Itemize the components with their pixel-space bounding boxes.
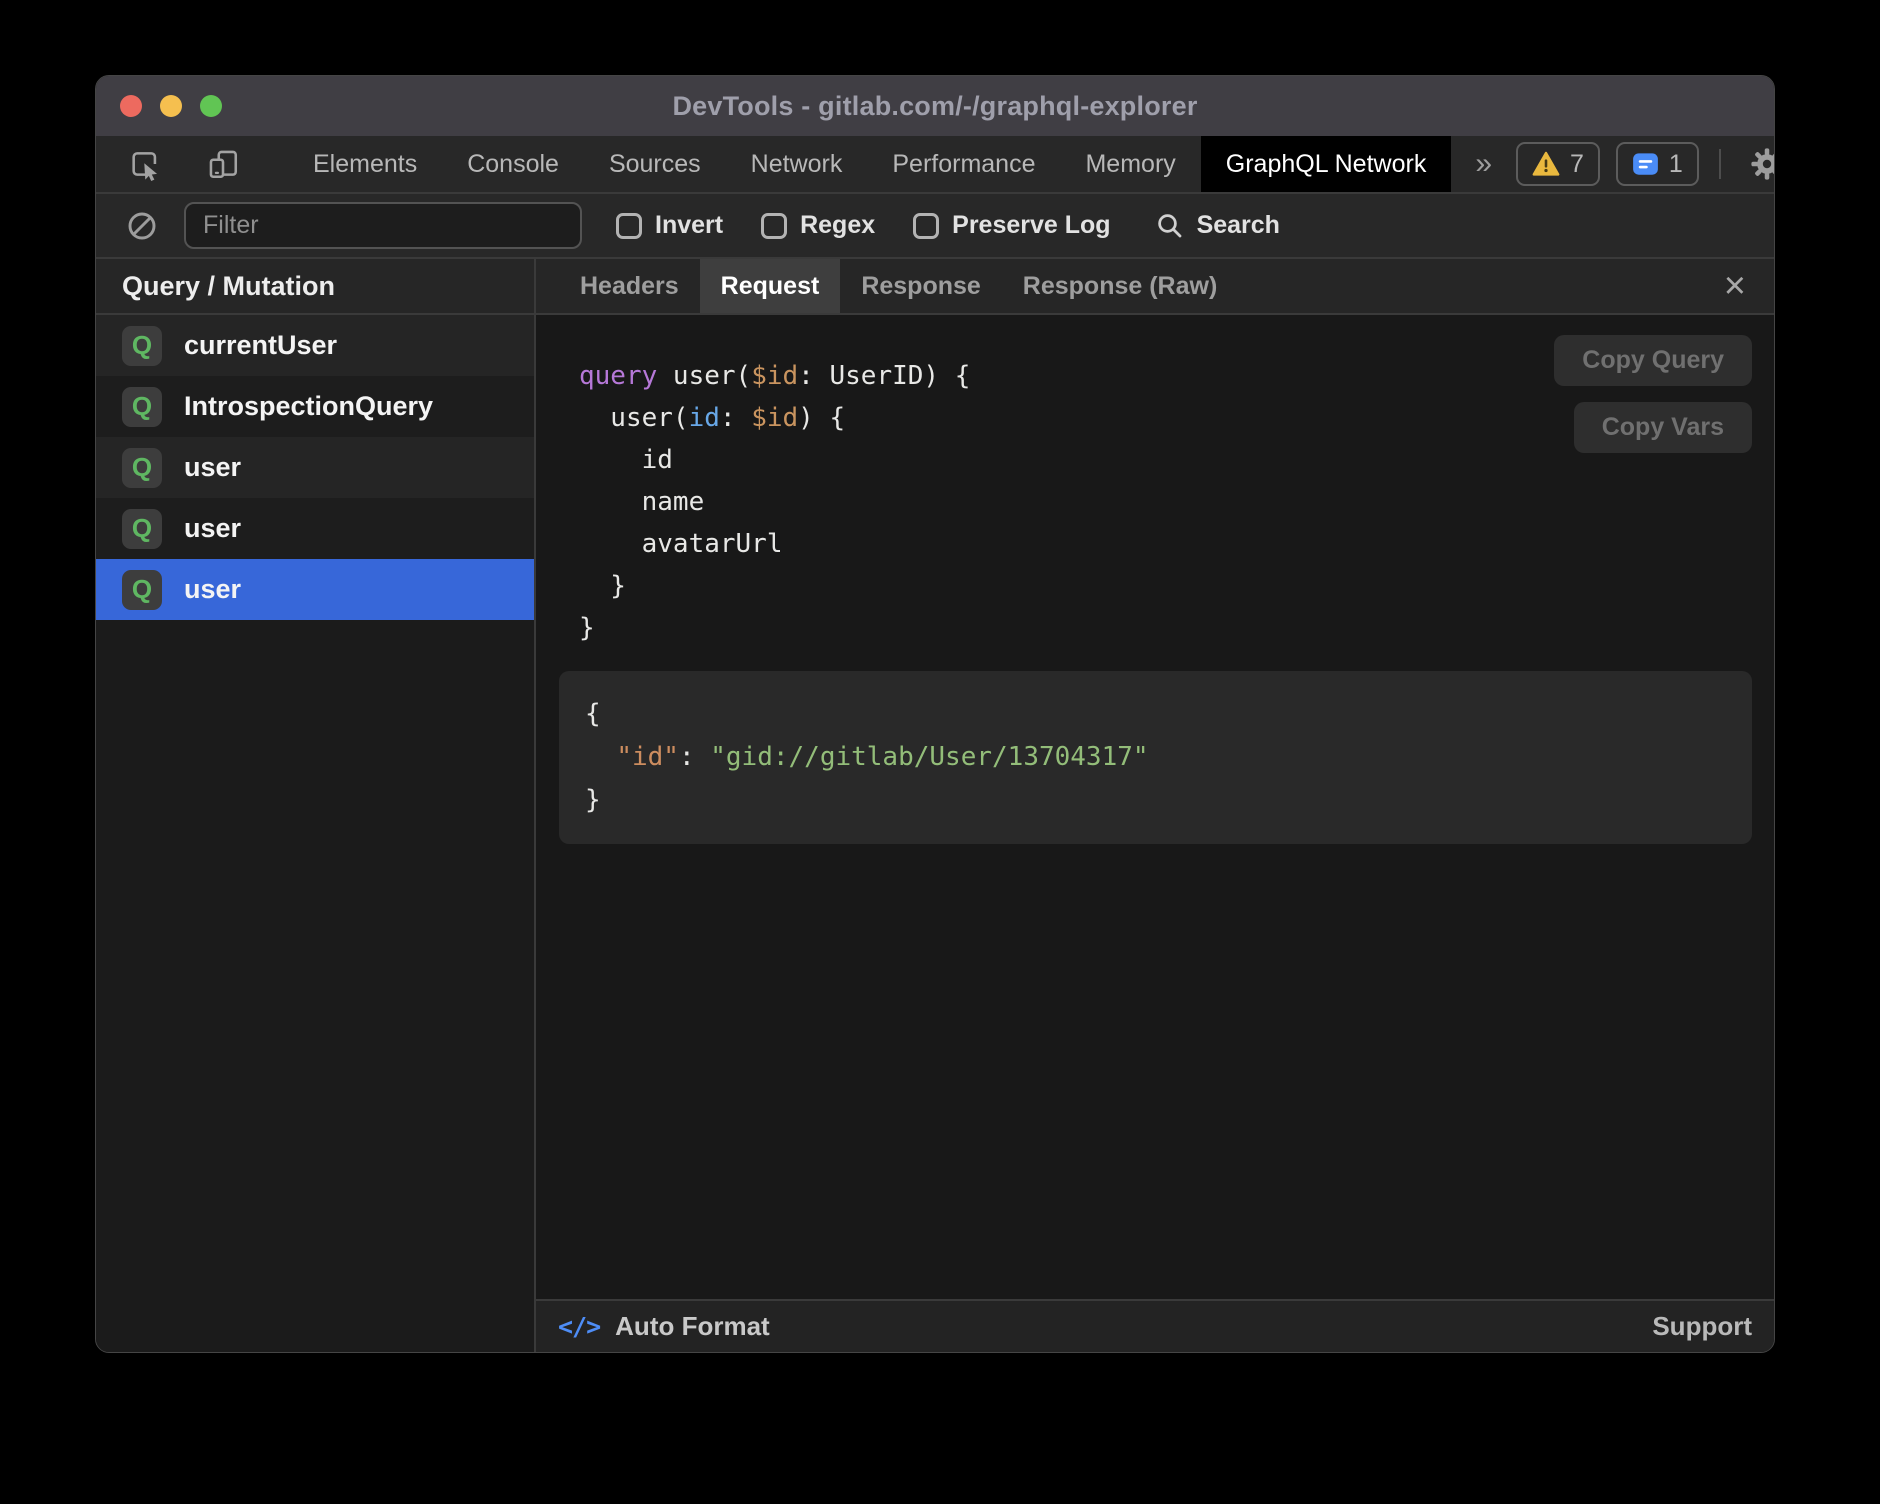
support-link[interactable]: Support <box>1652 1311 1752 1342</box>
more-tabs-chevron-icon[interactable]: » <box>1451 136 1516 192</box>
inspect-element-icon[interactable] <box>120 147 170 181</box>
tab-console[interactable]: Console <box>442 136 584 192</box>
tab-graphql-network[interactable]: GraphQL Network <box>1201 136 1452 192</box>
devtools-window: DevTools - gitlab.com/-/graphql-explorer… <box>95 75 1775 1353</box>
checkbox-preserve-log[interactable]: Preserve Log <box>913 211 1110 240</box>
window-title: DevTools - gitlab.com/-/graphql-explorer <box>672 91 1197 122</box>
toolbar-icons <box>96 136 248 192</box>
toolbar-separator <box>1719 149 1721 179</box>
tab-elements[interactable]: Elements <box>288 136 442 192</box>
sidebar-item-introspectionquery[interactable]: Q IntrospectionQuery <box>96 376 534 437</box>
checkbox-label-regex: Regex <box>800 211 875 240</box>
warnings-badge[interactable]: 7 <box>1516 142 1600 186</box>
search-label: Search <box>1197 211 1280 240</box>
checkbox-label-invert: Invert <box>655 211 723 240</box>
checkbox-invert[interactable]: Invert <box>616 211 723 240</box>
code-line: avatarUrl <box>579 523 1774 565</box>
code-line: } <box>579 565 1774 607</box>
sidebar-item-user[interactable]: Quser <box>96 437 534 498</box>
tab-performance[interactable]: Performance <box>867 136 1060 192</box>
message-count: 1 <box>1669 150 1683 179</box>
copy-vars-button[interactable]: Copy Vars <box>1574 402 1752 453</box>
code-line: } <box>579 607 1774 649</box>
query-type-badge: Q <box>122 326 162 366</box>
graphql-variables-box: { "id": "gid://gitlab/User/13704317"} <box>559 671 1752 844</box>
device-toolbar-icon[interactable] <box>198 147 248 181</box>
detail-tab-request[interactable]: Request <box>700 259 841 313</box>
checkbox-box-invert[interactable] <box>616 213 642 239</box>
code-brackets-icon: </> <box>558 1312 600 1341</box>
sidebar-item-label: currentUser <box>184 330 337 361</box>
warning-triangle-icon <box>1532 151 1560 177</box>
title-bar: DevTools - gitlab.com/-/graphql-explorer <box>96 76 1774 136</box>
code-line: { <box>585 693 1726 736</box>
traffic-lights <box>120 76 222 136</box>
block-clear-icon[interactable] <box>118 210 166 242</box>
sidebar-item-label: user <box>184 452 241 483</box>
sidebar-item-currentuser[interactable]: QcurrentUser <box>96 315 534 376</box>
request-view: query user($id: UserID) { user(id: $id) … <box>536 315 1774 1299</box>
devtools-tab-bar: ElementsConsoleSourcesNetworkPerformance… <box>96 136 1774 194</box>
message-icon <box>1632 152 1659 176</box>
code-line: } <box>585 779 1726 822</box>
settings-gear-icon[interactable] <box>1741 146 1775 182</box>
detail-tab-response[interactable]: Response <box>840 259 1001 313</box>
sidebar-header: Query / Mutation <box>96 259 534 315</box>
detail-tab-response-raw[interactable]: Response (Raw) <box>1002 259 1238 313</box>
minimize-window-button[interactable] <box>160 95 182 117</box>
tab-network[interactable]: Network <box>726 136 868 192</box>
sidebar-item-label: user <box>184 574 241 605</box>
code-line: name <box>579 481 1774 523</box>
zoom-window-button[interactable] <box>200 95 222 117</box>
sidebar-item-label: IntrospectionQuery <box>184 391 433 422</box>
warning-count: 7 <box>1570 150 1584 179</box>
sidebar-item-user[interactable]: Quser <box>96 498 534 559</box>
checkbox-regex[interactable]: Regex <box>761 211 875 240</box>
main-area: Query / Mutation QcurrentUserQIntrospect… <box>96 259 1774 1352</box>
auto-format-button[interactable]: Auto Format <box>615 1311 770 1342</box>
checkbox-box-preserve-log[interactable] <box>913 213 939 239</box>
sidebar: Query / Mutation QcurrentUserQIntrospect… <box>96 259 536 1352</box>
copy-query-button[interactable]: Copy Query <box>1554 335 1752 386</box>
close-window-button[interactable] <box>120 95 142 117</box>
sidebar-item-label: user <box>184 513 241 544</box>
detail-tab-bar: HeadersRequestResponseResponse (Raw) × <box>536 259 1774 315</box>
detail-tab-headers[interactable]: Headers <box>559 259 700 313</box>
query-list: QcurrentUserQIntrospectionQueryQuserQuse… <box>96 315 534 620</box>
sidebar-item-user[interactable]: Quser <box>96 559 534 620</box>
tabbar-right-controls: 7 1 <box>1516 136 1775 192</box>
query-type-badge: Q <box>122 387 162 427</box>
tab-memory[interactable]: Memory <box>1060 136 1200 192</box>
query-type-badge: Q <box>122 509 162 549</box>
devtools-tabs: ElementsConsoleSourcesNetworkPerformance… <box>288 136 1451 192</box>
close-icon[interactable]: × <box>1716 267 1754 305</box>
search-control[interactable]: Search <box>1155 211 1280 241</box>
tab-sources[interactable]: Sources <box>584 136 726 192</box>
code-line: "id": "gid://gitlab/User/13704317" <box>585 736 1726 779</box>
query-type-badge: Q <box>122 570 162 610</box>
messages-badge[interactable]: 1 <box>1616 142 1699 186</box>
query-type-badge: Q <box>122 448 162 488</box>
filter-bar: Invert Regex Preserve Log Search <box>96 194 1774 259</box>
copy-buttons: Copy Query Copy Vars <box>1554 335 1752 453</box>
panel-footer: </> Auto Format Support <box>536 1299 1774 1352</box>
detail-panel: HeadersRequestResponseResponse (Raw) × q… <box>536 259 1774 1352</box>
filter-input[interactable] <box>184 202 582 249</box>
detail-tabs: HeadersRequestResponseResponse (Raw) <box>559 259 1238 313</box>
checkbox-box-regex[interactable] <box>761 213 787 239</box>
checkbox-label-preserve-log: Preserve Log <box>952 211 1110 240</box>
filter-checkboxes: Invert Regex Preserve Log <box>616 211 1149 240</box>
search-icon <box>1155 211 1185 241</box>
